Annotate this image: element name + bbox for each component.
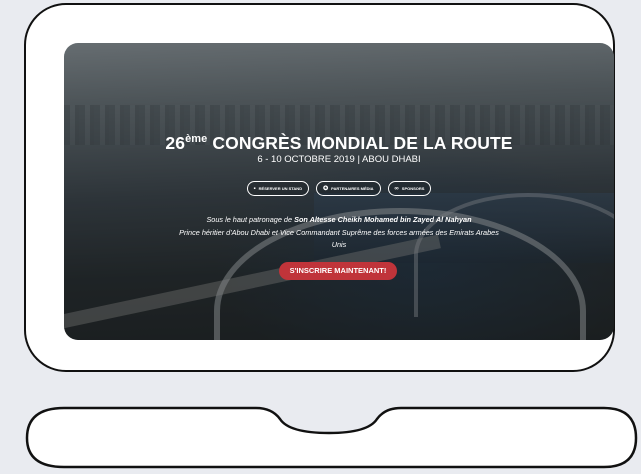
register-now-button[interactable]: S'INSCRIRE MAINTENANT!: [279, 262, 397, 280]
patronage-line3: Unis: [331, 240, 347, 249]
laptop-screen: 26ème CONGRÈS MONDIAL DE LA ROUTE 6 - 10…: [64, 43, 614, 340]
book-stand-button[interactable]: ▪ RÉSERVER UN STAND: [246, 181, 310, 196]
media-partners-button[interactable]: ✪ PARTENAIRES MÉDIA: [316, 181, 381, 196]
laptop-base: [25, 406, 638, 469]
title-text: CONGRÈS MONDIAL DE LA ROUTE: [212, 133, 513, 153]
sponsors-button[interactable]: ∞ SPONSORS: [387, 181, 432, 196]
star-icon: ✪: [323, 185, 329, 192]
hero-button-row: ▪ RÉSERVER UN STAND ✪ PARTENAIRES MÉDIA …: [64, 181, 614, 196]
hero-content: 26ème CONGRÈS MONDIAL DE LA ROUTE 6 - 10…: [64, 43, 614, 340]
document-icon: ▪: [253, 185, 256, 192]
media-partners-label: PARTENAIRES MÉDIA: [331, 186, 374, 191]
patronage-name: Son Altesse Cheikh Mohamed bin Zayed Al …: [294, 215, 472, 224]
patronage-line2: Prince héritier d'Abou Dhabi et Vice Com…: [179, 227, 499, 237]
sponsors-label: SPONSORS: [401, 186, 425, 191]
title-superscript: ème: [185, 133, 208, 145]
link-icon: ∞: [394, 185, 399, 192]
hero-title: 26ème CONGRÈS MONDIAL DE LA ROUTE: [64, 133, 614, 154]
event-dates: 6 - 10 OCTOBRE 2019 | ABOU DHABI: [257, 154, 421, 165]
title-number: 26: [165, 133, 186, 153]
patronage-text: Sous le haut patronage de Son Altesse Ch…: [64, 214, 614, 252]
patronage-prefix: Sous le haut patronage de: [206, 215, 295, 224]
book-stand-label: RÉSERVER UN STAND: [258, 186, 303, 191]
